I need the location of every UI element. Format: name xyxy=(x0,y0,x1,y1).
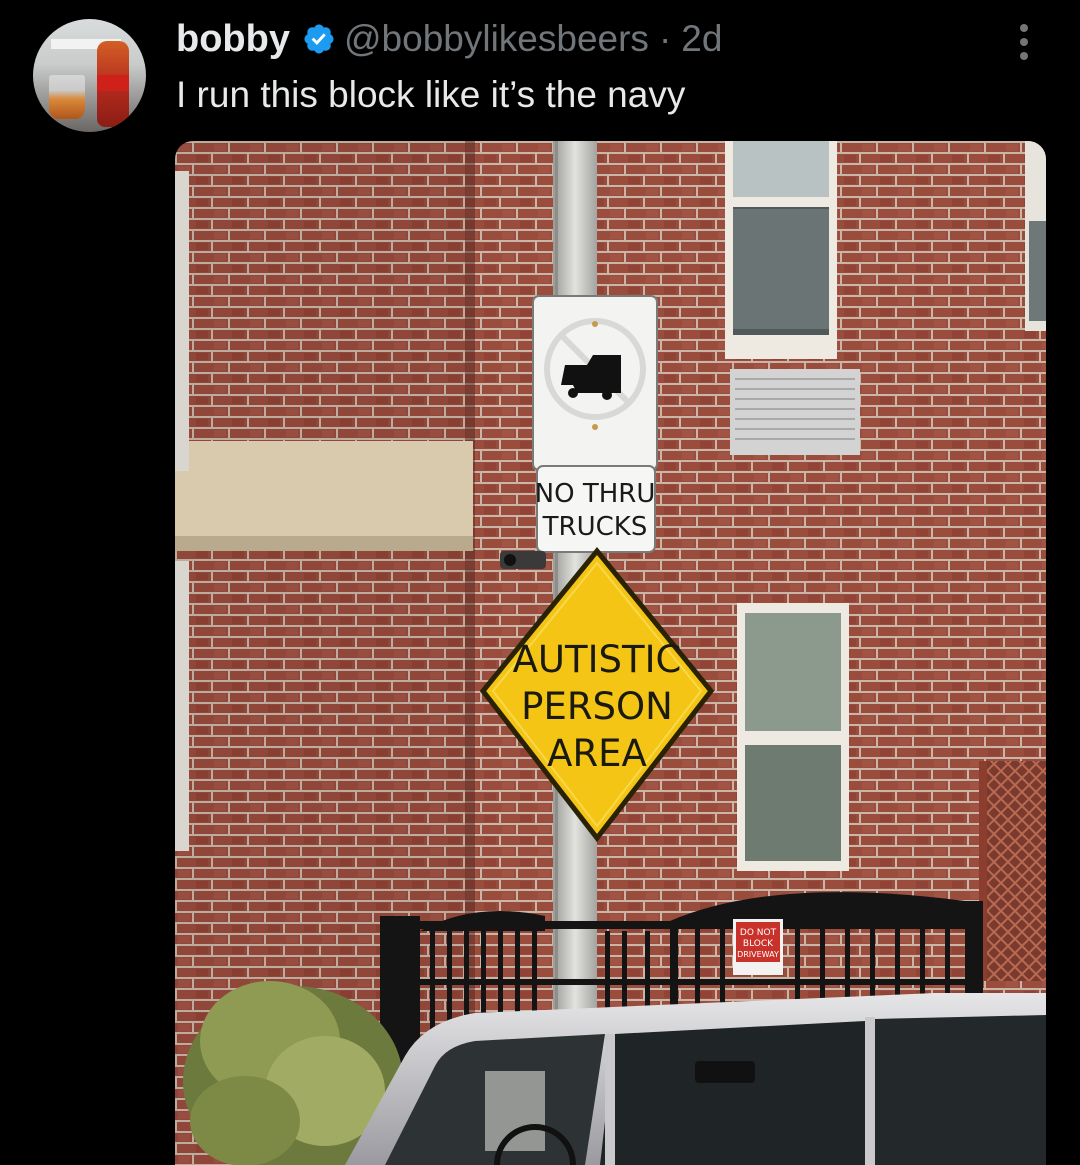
avatar-glass xyxy=(49,75,85,119)
tweet-text: I run this block like it’s the navy xyxy=(176,74,686,115)
warning-line-3: AREA xyxy=(547,732,647,775)
do-not-block-sign: DO NOT BLOCK DRIVEWAY xyxy=(733,919,783,975)
avatar-bottle xyxy=(97,41,129,127)
warning-line-1: AUTISTIC xyxy=(513,638,682,681)
air-conditioner xyxy=(730,369,860,455)
more-vertical-icon[interactable] xyxy=(1012,20,1036,64)
no-thru-text: NO THRU xyxy=(535,479,656,509)
stone-band xyxy=(175,441,473,551)
display-name[interactable]: bobby xyxy=(176,18,290,61)
verified-badge-icon[interactable] xyxy=(302,22,336,56)
author-row: bobby @bobbylikesbeers · 2d xyxy=(176,14,722,64)
avatar[interactable] xyxy=(33,19,146,132)
no-trucks-sign: NO THRU TRUCKS xyxy=(532,295,658,553)
trucks-text: TRUCKS xyxy=(542,512,648,542)
tweet-photo[interactable]: NO THRU TRUCKS AUTISTIC PERSON AREA DO N… xyxy=(175,141,1046,1165)
handle[interactable]: @bobbylikesbeers xyxy=(344,18,649,60)
driveway-text: DRIVEWAY xyxy=(737,950,779,959)
more-dot xyxy=(1020,52,1028,60)
more-dot xyxy=(1020,38,1028,46)
timestamp[interactable]: 2d xyxy=(681,18,722,60)
warning-line-2: PERSON xyxy=(521,685,673,728)
more-dot xyxy=(1020,24,1028,32)
do-not-text: DO NOT xyxy=(740,928,777,938)
block-text: BLOCK xyxy=(743,939,774,949)
lower-window xyxy=(737,603,849,871)
separator-dot: · xyxy=(658,18,672,59)
upper-window xyxy=(725,141,837,359)
